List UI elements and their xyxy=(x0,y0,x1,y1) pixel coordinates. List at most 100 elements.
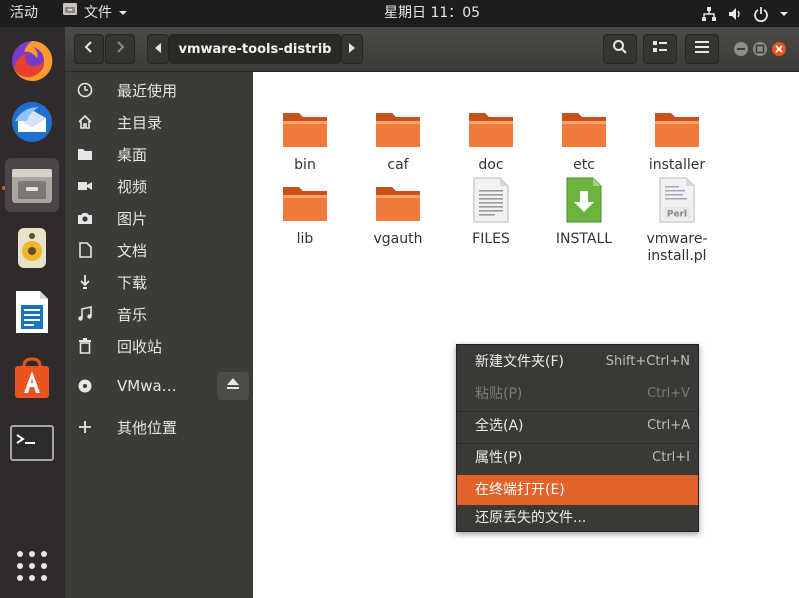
menu-item-label: 粘贴(P) xyxy=(475,386,523,402)
menu-item-paste[interactable]: 粘贴(P) Ctrl+V xyxy=(457,379,698,409)
sidebar-item-other-locations[interactable]: 其他位置 xyxy=(65,411,253,443)
menu-item-select-all[interactable]: 全选(A) Ctrl+A xyxy=(457,411,698,441)
sidebar-item-home[interactable]: 主目录 xyxy=(65,106,253,138)
file-item[interactable]: Perl vmware-install.pl xyxy=(634,177,720,265)
file-name: bin xyxy=(294,157,316,173)
sidebar-item-videos[interactable]: 视频 xyxy=(65,170,253,202)
terminal-icon[interactable] xyxy=(5,416,59,470)
software-icon[interactable] xyxy=(5,351,59,405)
back-button[interactable] xyxy=(74,34,104,64)
close-button[interactable] xyxy=(771,41,787,61)
download-icon xyxy=(76,273,94,291)
list-view-icon xyxy=(653,41,667,57)
files-app-icon xyxy=(62,0,78,27)
chevron-right-icon xyxy=(115,41,125,57)
file-item[interactable]: etc xyxy=(541,105,627,174)
app-grid-icon[interactable] xyxy=(5,539,59,593)
hamburger-icon xyxy=(695,41,709,57)
sidebar-item-label: 文档 xyxy=(117,241,148,260)
search-icon xyxy=(612,39,628,59)
sidebar-item-label: 视频 xyxy=(117,177,148,196)
clock[interactable]: 星期日 11：05 xyxy=(384,0,480,27)
rhythmbox-icon[interactable] xyxy=(5,221,59,275)
thunderbird-icon[interactable] xyxy=(5,95,59,149)
file-name-line1: vmware- xyxy=(646,231,708,247)
files-icon[interactable] xyxy=(5,158,59,212)
file-name: vmware-install.pl xyxy=(634,231,720,265)
writer-icon[interactable] xyxy=(5,285,59,339)
top-panel: 活动 文件 星期日 11：05 xyxy=(0,0,799,27)
install-icon xyxy=(565,177,603,227)
eject-button[interactable] xyxy=(217,372,249,400)
menu-item-label: 全选(A) xyxy=(475,418,524,434)
file-item[interactable]: installer xyxy=(634,105,720,174)
file-item[interactable]: doc xyxy=(448,105,534,174)
sidebar-item-label: VMwa… xyxy=(117,377,177,395)
activities-button[interactable]: 活动 xyxy=(10,0,38,27)
sidebar-item-label: 最近使用 xyxy=(117,81,178,100)
document-icon xyxy=(76,241,94,259)
view-options-button[interactable] xyxy=(643,34,677,64)
file-name: INSTALL xyxy=(555,231,613,247)
menu-item-shortcut: Ctrl+I xyxy=(652,450,690,465)
sidebar: 最近使用 主目录 桌面 视频 图片 文档 下载 音乐 回收站 VMwa… 其他位… xyxy=(65,72,253,598)
menu-item-shortcut: Ctrl+A xyxy=(647,418,690,433)
maximize-button[interactable] xyxy=(752,41,768,61)
sidebar-item-music[interactable]: 音乐 xyxy=(65,298,253,330)
window-controls xyxy=(733,41,787,61)
menu-item-shortcut: Ctrl+V xyxy=(647,386,690,401)
sidebar-item-label: 桌面 xyxy=(117,145,148,164)
video-icon xyxy=(76,177,94,195)
file-item[interactable]: INSTALL xyxy=(541,177,627,248)
sidebar-item-desktop[interactable]: 桌面 xyxy=(65,138,253,170)
menu-item-new-folder[interactable]: 新建文件夹(F) Shift+Ctrl+N xyxy=(457,347,698,377)
menu-item-properties[interactable]: 属性(P) Ctrl+I xyxy=(457,443,698,473)
clock-icon xyxy=(76,81,94,99)
folder-icon xyxy=(374,183,422,227)
folder-icon xyxy=(560,109,608,153)
file-item[interactable]: lib xyxy=(262,179,348,248)
firefox-icon[interactable] xyxy=(5,34,59,88)
file-name: installer xyxy=(648,157,706,173)
app-menu-label: 文件 xyxy=(84,5,112,21)
sidebar-item-pictures[interactable]: 图片 xyxy=(65,202,253,234)
file-item[interactable]: bin xyxy=(262,105,348,174)
system-tray[interactable] xyxy=(701,0,789,27)
sidebar-item-label: 其他位置 xyxy=(117,418,178,437)
minimize-button[interactable] xyxy=(733,41,749,61)
file-name: vgauth xyxy=(373,231,423,247)
path-scroll-right-button[interactable] xyxy=(341,34,363,64)
path-bar-current[interactable]: vmware-tools-distrib xyxy=(169,34,341,64)
file-item[interactable]: FILES xyxy=(448,177,534,248)
folder-icon xyxy=(76,145,94,163)
search-button[interactable] xyxy=(603,34,637,64)
file-name-line2: install.pl xyxy=(647,248,707,264)
trash-icon xyxy=(76,337,94,355)
perl-badge: Perl xyxy=(667,210,687,220)
forward-button[interactable] xyxy=(105,34,135,64)
file-name: FILES xyxy=(472,231,510,247)
file-item[interactable]: vgauth xyxy=(355,179,441,248)
menu-item-open-in-terminal[interactable]: 在终端打开(E) xyxy=(457,475,698,505)
sidebar-item-documents[interactable]: 文档 xyxy=(65,234,253,266)
menu-button[interactable] xyxy=(685,34,719,64)
sidebar-item-downloads[interactable]: 下载 xyxy=(65,266,253,298)
file-name: etc xyxy=(573,157,595,173)
folder-icon xyxy=(467,109,515,153)
header-bar: vmware-tools-distrib xyxy=(65,27,799,72)
triangle-left-icon xyxy=(155,41,161,57)
file-item[interactable]: caf xyxy=(355,105,441,174)
path-scroll-left-button[interactable] xyxy=(147,34,169,64)
menu-item-label: 在终端打开(E) xyxy=(475,482,565,498)
sidebar-item-trash[interactable]: 回收站 xyxy=(65,330,253,362)
menu-item-restore-missing-files[interactable]: 还原丢失的文件... xyxy=(457,505,698,531)
app-menu[interactable]: 文件 xyxy=(62,0,128,27)
file-name: lib xyxy=(296,231,314,247)
menu-item-label: 属性(P) xyxy=(475,450,523,466)
menu-item-label: 还原丢失的文件... xyxy=(475,510,587,526)
network-icon xyxy=(701,6,717,22)
chevron-left-icon xyxy=(84,41,94,57)
sidebar-item-recent[interactable]: 最近使用 xyxy=(65,74,253,106)
sidebar-item-label: 下载 xyxy=(117,273,148,292)
volume-icon xyxy=(727,6,743,22)
